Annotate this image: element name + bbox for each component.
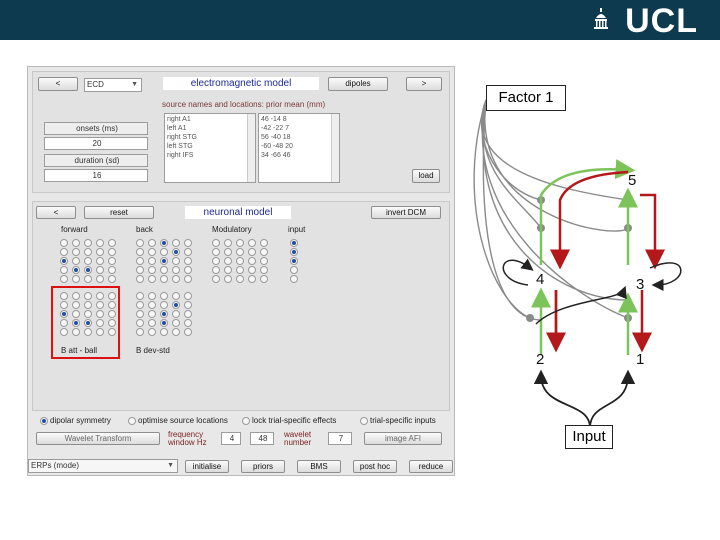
input-label: Input: [565, 425, 613, 449]
forward-connections: [531, 159, 638, 355]
node-1: 1: [636, 351, 644, 368]
input-connections: [533, 369, 636, 429]
slide: UCL < ECD ▼ electromagnetic model dipoles…: [0, 0, 720, 540]
node-4: 4: [536, 271, 544, 288]
modulation-lines: [473, 99, 629, 321]
node-3: 3: [636, 276, 644, 293]
network-diagram: 5 4 3 2 1: [473, 99, 682, 429]
factor-label: Factor 1: [486, 85, 566, 111]
node-2: 2: [536, 351, 544, 368]
backward-connections: [546, 170, 665, 353]
node-5: 5: [628, 172, 636, 189]
